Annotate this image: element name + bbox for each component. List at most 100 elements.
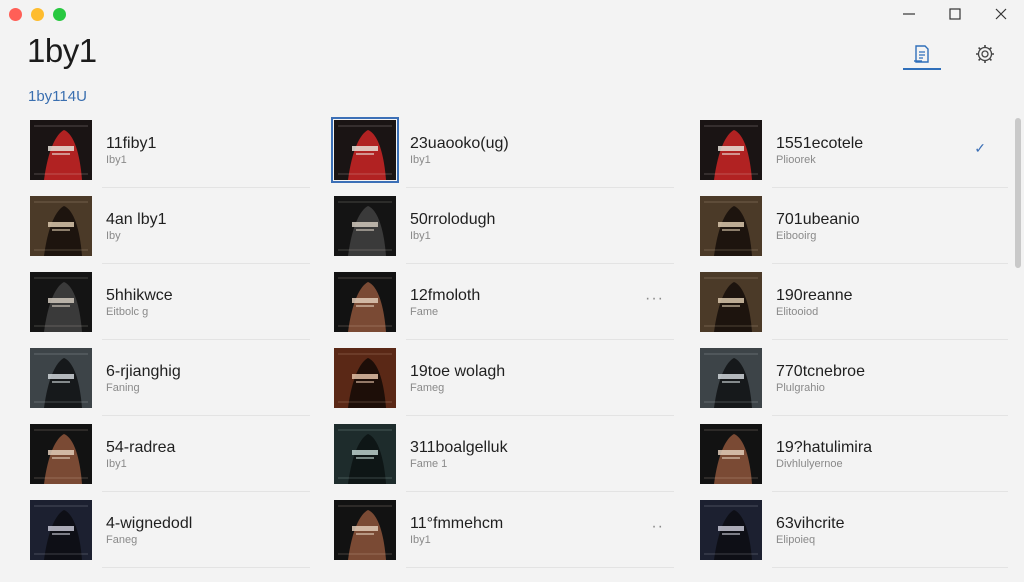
album-list-item[interactable]: 50rrolodugh Iby1 bbox=[322, 188, 674, 264]
album-artist: Iby1 bbox=[106, 457, 127, 470]
album-list-item[interactable]: 311boalgelluk Fame 1 bbox=[322, 416, 674, 492]
album-title: 19toe wolagh bbox=[410, 362, 506, 380]
album-cover bbox=[700, 120, 762, 180]
album-meta: 19toe wolagh Fameg bbox=[410, 362, 505, 395]
scrollbar[interactable] bbox=[1015, 118, 1021, 268]
window-zoom-dot[interactable] bbox=[53, 8, 66, 21]
album-list-item[interactable]: 11°fmmehcm Iby1 ·· bbox=[322, 492, 674, 568]
album-meta: 311boalgelluk Fame 1 bbox=[410, 438, 508, 471]
album-list-item[interactable]: 11fiby1 Iby1 bbox=[18, 112, 310, 188]
album-artist: Eibooirg bbox=[776, 229, 817, 242]
album-cover bbox=[30, 272, 92, 332]
window-controls bbox=[886, 0, 1024, 28]
gear-icon bbox=[976, 45, 994, 63]
album-list-item[interactable]: 19toe wolagh Fameg bbox=[322, 340, 674, 416]
album-list-item[interactable]: 4an lby1 Iby bbox=[18, 188, 310, 264]
album-cover bbox=[334, 272, 396, 332]
window-minimize-dot[interactable] bbox=[31, 8, 44, 21]
album-meta: 770tcnebroe Plulgrahio bbox=[776, 362, 865, 395]
album-cover bbox=[30, 424, 92, 484]
album-title: 5hhikwce bbox=[106, 286, 173, 304]
album-cover bbox=[30, 120, 92, 180]
album-meta: 19?hatulimira Divhlulyernoe bbox=[776, 438, 872, 471]
window-close-dot[interactable] bbox=[9, 8, 22, 21]
album-title: 63vihcrite bbox=[776, 514, 845, 532]
album-list-item[interactable]: 701ubeanio Eibooirg bbox=[688, 188, 1008, 264]
album-cover bbox=[700, 348, 762, 408]
album-meta: 11°fmmehcm Iby1 bbox=[410, 514, 503, 547]
album-list-item[interactable]: 23uaooko(ug) Iby1 bbox=[322, 112, 674, 188]
album-list-item[interactable]: 190reanne Elitooiod bbox=[688, 264, 1008, 340]
album-list-item[interactable]: 63vihcrite Elipoieq bbox=[688, 492, 1008, 568]
maximize-icon[interactable] bbox=[932, 0, 978, 28]
album-meta: 190reanne Elitooiod bbox=[776, 286, 853, 319]
album-list-item[interactable]: 4-wignedodl Faneg bbox=[18, 492, 310, 568]
album-meta: 12fmoloth Fame bbox=[410, 286, 480, 319]
album-list-item[interactable]: 6-rjianghig Faning bbox=[18, 340, 310, 416]
album-list-item[interactable]: 1551ecotele Plioorek ✓ bbox=[688, 112, 1008, 188]
library-icon bbox=[914, 45, 929, 63]
album-cover bbox=[700, 196, 762, 256]
album-cover bbox=[334, 424, 396, 484]
album-meta: 4an lby1 Iby bbox=[106, 210, 167, 243]
album-artist: Fame bbox=[410, 305, 439, 318]
album-list-item[interactable]: 19?hatulimira Divhlulyernoe bbox=[688, 416, 1008, 492]
album-cover bbox=[334, 500, 396, 560]
settings-button[interactable] bbox=[966, 38, 1004, 70]
album-artist: Iby1 bbox=[410, 153, 431, 166]
album-title: 190reanne bbox=[776, 286, 853, 304]
album-cover bbox=[30, 196, 92, 256]
album-artist: Plioorek bbox=[776, 153, 816, 166]
checkmark-icon: ✓ bbox=[974, 140, 986, 156]
album-cover bbox=[334, 196, 396, 256]
album-artist: Elipoieq bbox=[776, 533, 816, 546]
album-cover bbox=[334, 348, 396, 408]
album-artist: Faneg bbox=[106, 533, 138, 546]
album-artist: Iby1 bbox=[106, 153, 127, 166]
album-title: 54-radrea bbox=[106, 438, 176, 456]
album-title: 4an lby1 bbox=[106, 210, 167, 228]
album-cover bbox=[331, 117, 399, 183]
album-title: 4-wignedodl bbox=[106, 514, 193, 532]
album-title: 11fiby1 bbox=[106, 134, 157, 152]
album-artist: Eitbolc g bbox=[106, 305, 149, 318]
close-icon[interactable] bbox=[978, 0, 1024, 28]
more-options-icon[interactable]: ··· bbox=[645, 290, 664, 308]
album-title: 770tcnebroe bbox=[776, 362, 865, 380]
album-cover bbox=[700, 272, 762, 332]
album-artist: Divhlulyernoe bbox=[776, 457, 843, 470]
album-meta: 6-rjianghig Faning bbox=[106, 362, 181, 395]
album-list-item[interactable]: 770tcnebroe Plulgrahio bbox=[688, 340, 1008, 416]
album-meta: 4-wignedodl Faneg bbox=[106, 514, 192, 547]
album-cover bbox=[700, 424, 762, 484]
app-title: 1by1 bbox=[27, 32, 97, 69]
album-title: 6-rjianghig bbox=[106, 362, 181, 380]
album-list-item[interactable]: 12fmoloth Fame ··· bbox=[322, 264, 674, 340]
album-meta: 50rrolodugh Iby1 bbox=[410, 210, 495, 243]
album-cover bbox=[30, 500, 92, 560]
library-subtitle[interactable]: 1by114U bbox=[28, 88, 87, 105]
album-artist: Elitooiod bbox=[776, 305, 819, 318]
more-options-icon[interactable]: ·· bbox=[651, 518, 664, 536]
album-meta: 5hhikwce Eitbolc g bbox=[106, 286, 173, 319]
album-title: 50rrolodugh bbox=[410, 210, 496, 228]
album-artist: Fameg bbox=[410, 381, 445, 394]
album-artist: Plulgrahio bbox=[776, 381, 825, 394]
window-traffic-lights bbox=[9, 8, 66, 21]
album-title: 23uaooko(ug) bbox=[410, 134, 509, 152]
album-list-item[interactable]: 5hhikwce Eitbolc g bbox=[18, 264, 310, 340]
album-column-2: 23uaooko(ug) Iby1 50rrolodugh Iby1 12fmoloth… bbox=[322, 112, 674, 568]
album-meta: 701ubeanio Eibooirg bbox=[776, 210, 860, 243]
album-artist: Iby bbox=[106, 229, 121, 242]
minimize-icon[interactable] bbox=[886, 0, 932, 28]
album-meta: 54-radrea Iby1 bbox=[106, 438, 175, 471]
album-cover bbox=[30, 348, 92, 408]
album-title: 311boalgelluk bbox=[410, 438, 508, 456]
album-title: 701ubeanio bbox=[776, 210, 860, 228]
album-title: 11°fmmehcm bbox=[410, 514, 504, 532]
album-list-item[interactable]: 54-radrea Iby1 bbox=[18, 416, 310, 492]
album-artist: Fame 1 bbox=[410, 457, 448, 470]
album-artist: Faning bbox=[106, 381, 140, 394]
album-meta: 1551ecotele Plioorek bbox=[776, 134, 863, 167]
library-button[interactable] bbox=[903, 38, 941, 70]
